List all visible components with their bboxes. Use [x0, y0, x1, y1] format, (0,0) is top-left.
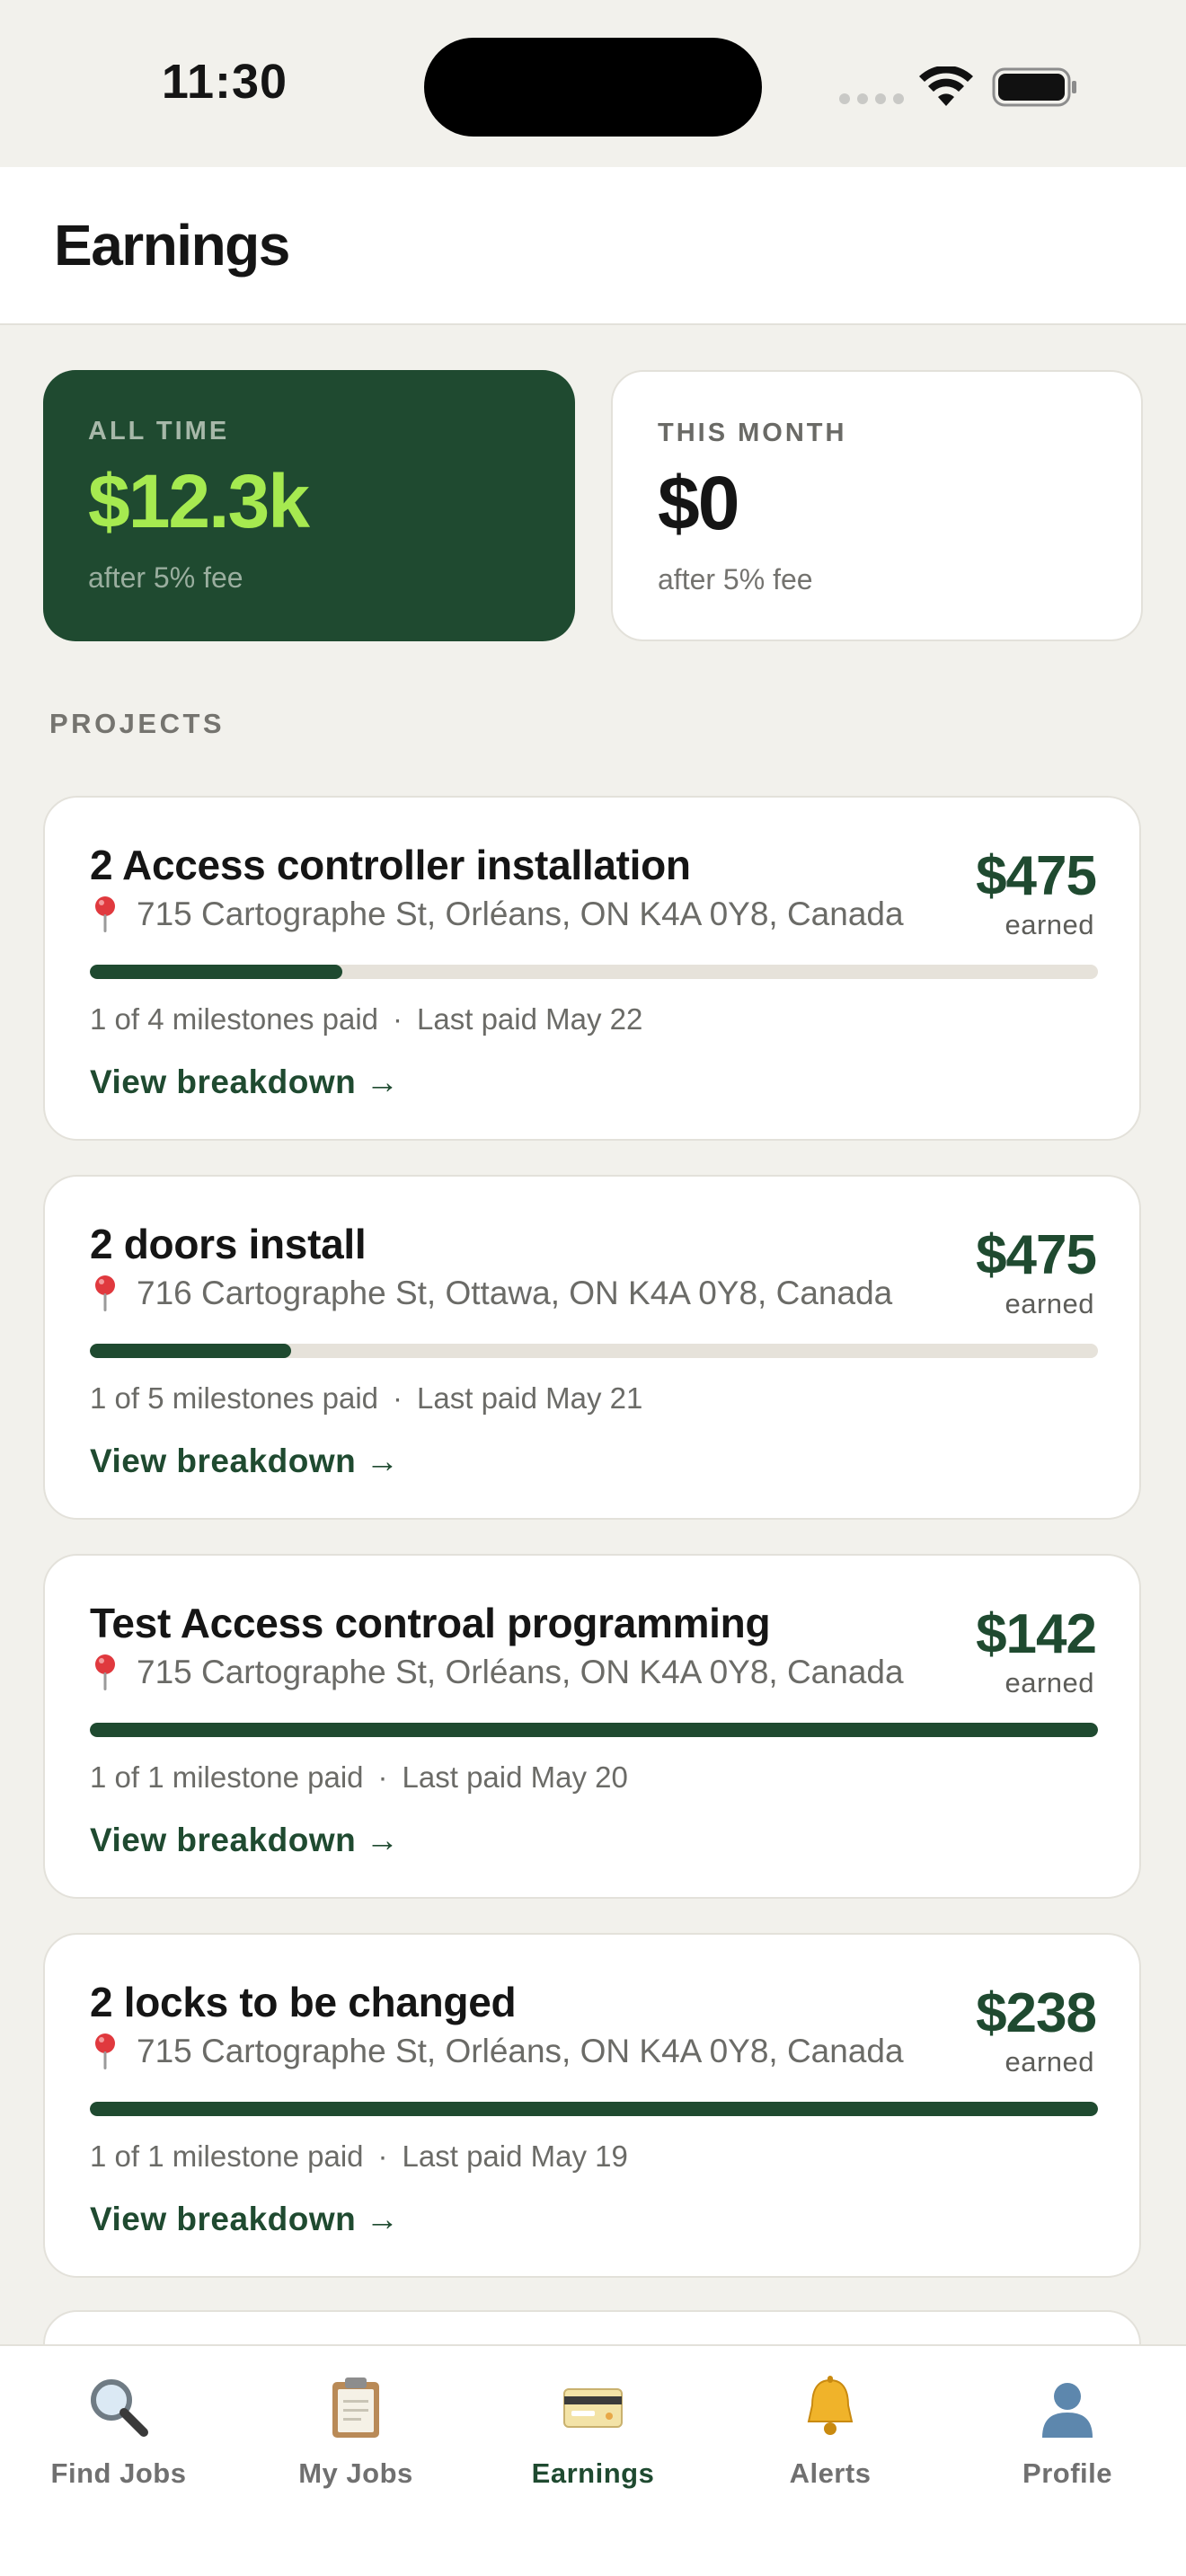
project-amount: $142	[976, 1603, 1097, 1665]
map-pin-icon	[95, 1275, 115, 1311]
last-paid: Last paid May 22	[417, 1002, 643, 1036]
project-meta: 1 of 1 milestone paid · Last paid May 20	[90, 1760, 628, 1795]
milestone-progress-bar	[90, 2102, 1098, 2116]
all-time-earnings-card: ALL TIME $12.3k after 5% fee	[43, 370, 575, 641]
all-time-fee-note: after 5% fee	[88, 561, 243, 594]
address-text: 716 Cartographe St, Ottawa, ON K4A 0Y8, …	[137, 1275, 893, 1311]
project-earned-label: earned	[1005, 909, 1094, 940]
project-meta: 1 of 4 milestones paid · Last paid May 22	[90, 1002, 642, 1037]
project-earned-label: earned	[1005, 2046, 1094, 2078]
all-time-value: $12.3k	[88, 459, 310, 543]
dynamic-island	[424, 38, 762, 137]
tab-label: My Jobs	[298, 2457, 413, 2489]
tab-label: Profile	[1022, 2457, 1112, 2489]
tab-my-jobs[interactable]: My Jobs	[237, 2346, 474, 2508]
projects-section-label: PROJECTS	[49, 708, 226, 739]
project-address: 715 Cartographe St, Orléans, ON K4A 0Y8,…	[90, 2032, 904, 2071]
project-amount: $475	[976, 1224, 1097, 1286]
tab-bar: Find Jobs My Jobs Earnings Alerts Profil…	[0, 2344, 1186, 2576]
project-card[interactable]: 2 Access controller installation 715 Car…	[43, 796, 1141, 1141]
view-breakdown-link[interactable]: View breakdown →	[90, 2201, 400, 2238]
view-breakdown-link[interactable]: View breakdown →	[90, 1442, 400, 1480]
progress-fill	[90, 965, 342, 979]
milestones-paid: 1 of 4 milestones paid	[90, 1002, 379, 1036]
map-pin-icon	[95, 2033, 115, 2069]
project-meta: 1 of 5 milestones paid · Last paid May 21	[90, 1381, 642, 1416]
separator-dot: ·	[393, 1381, 403, 1415]
tab-earnings[interactable]: Earnings	[474, 2346, 712, 2508]
last-paid: Last paid May 21	[417, 1381, 643, 1415]
map-pin-icon	[95, 1654, 115, 1690]
project-address: 715 Cartographe St, Orléans, ON K4A 0Y8,…	[90, 895, 904, 934]
milestone-progress-bar	[90, 1344, 1098, 1358]
tab-label: Earnings	[531, 2457, 655, 2489]
separator-dot: ·	[393, 1002, 403, 1036]
last-paid: Last paid May 20	[402, 1760, 628, 1794]
progress-fill	[90, 2102, 1098, 2116]
milestone-progress-bar	[90, 1723, 1098, 1737]
view-breakdown-link[interactable]: View breakdown →	[90, 1822, 400, 1859]
this-month-value: $0	[658, 461, 739, 545]
project-title: 2 locks to be changed	[90, 1979, 517, 2025]
address-text: 715 Cartographe St, Orléans, ON K4A 0Y8,…	[137, 895, 904, 932]
all-time-label: ALL TIME	[88, 417, 230, 446]
magnifier-icon	[91, 2379, 148, 2437]
status-bar: 11:30	[0, 0, 1186, 167]
milestone-progress-bar	[90, 965, 1098, 979]
page-title: Earnings	[54, 213, 290, 278]
project-title: 2 doors install	[90, 1221, 367, 1267]
progress-fill	[90, 1344, 292, 1358]
project-meta: 1 of 1 milestone paid · Last paid May 19	[90, 2139, 628, 2174]
project-title: 2 Access controller installation	[90, 842, 691, 888]
tab-label: Find Jobs	[50, 2457, 187, 2489]
last-paid: Last paid May 19	[402, 2139, 628, 2173]
this-month-earnings-card: THIS MONTH $0 after 5% fee	[611, 370, 1143, 641]
battery-icon	[992, 67, 1076, 107]
project-amount: $475	[976, 845, 1097, 907]
separator-dot: ·	[377, 1760, 388, 1794]
tab-find-jobs[interactable]: Find Jobs	[0, 2346, 237, 2508]
project-title: Test Access controal programming	[90, 1600, 771, 1646]
milestones-paid: 1 of 5 milestones paid	[90, 1381, 379, 1415]
bell-icon	[807, 2376, 854, 2435]
milestones-paid: 1 of 1 milestone paid	[90, 1760, 364, 1794]
wifi-icon	[919, 66, 973, 106]
project-amount: $238	[976, 1982, 1097, 2044]
project-address: 715 Cartographe St, Orléans, ON K4A 0Y8,…	[90, 1653, 904, 1692]
project-card[interactable]: 2 locks to be changed 715 Cartographe St…	[43, 1933, 1141, 2278]
progress-fill	[90, 1723, 1098, 1737]
project-card[interactable]: Test Access controal programming 715 Car…	[43, 1554, 1141, 1899]
project-address: 716 Cartographe St, Ottawa, ON K4A 0Y8, …	[90, 1274, 892, 1313]
credit-card-icon	[563, 2388, 623, 2428]
cellular-signal-icon	[839, 93, 904, 104]
page-header: Earnings	[0, 167, 1186, 325]
this-month-label: THIS MONTH	[658, 419, 847, 447]
map-pin-icon	[95, 896, 115, 932]
tab-alerts[interactable]: Alerts	[712, 2346, 949, 2508]
status-time: 11:30	[161, 55, 288, 109]
tab-profile[interactable]: Profile	[949, 2346, 1186, 2508]
clipboard-icon	[332, 2378, 379, 2438]
address-text: 715 Cartographe St, Orléans, ON K4A 0Y8,…	[137, 2033, 904, 2069]
tab-label: Alerts	[789, 2457, 872, 2489]
view-breakdown-link[interactable]: View breakdown →	[90, 1063, 400, 1101]
project-card[interactable]: 2 doors install 716 Cartographe St, Otta…	[43, 1175, 1141, 1520]
person-icon	[1042, 2383, 1093, 2438]
project-earned-label: earned	[1005, 1667, 1094, 1698]
project-earned-label: earned	[1005, 1288, 1094, 1319]
milestones-paid: 1 of 1 milestone paid	[90, 2139, 364, 2173]
separator-dot: ·	[377, 2139, 388, 2173]
address-text: 715 Cartographe St, Orléans, ON K4A 0Y8,…	[137, 1654, 904, 1690]
this-month-fee-note: after 5% fee	[658, 563, 813, 595]
